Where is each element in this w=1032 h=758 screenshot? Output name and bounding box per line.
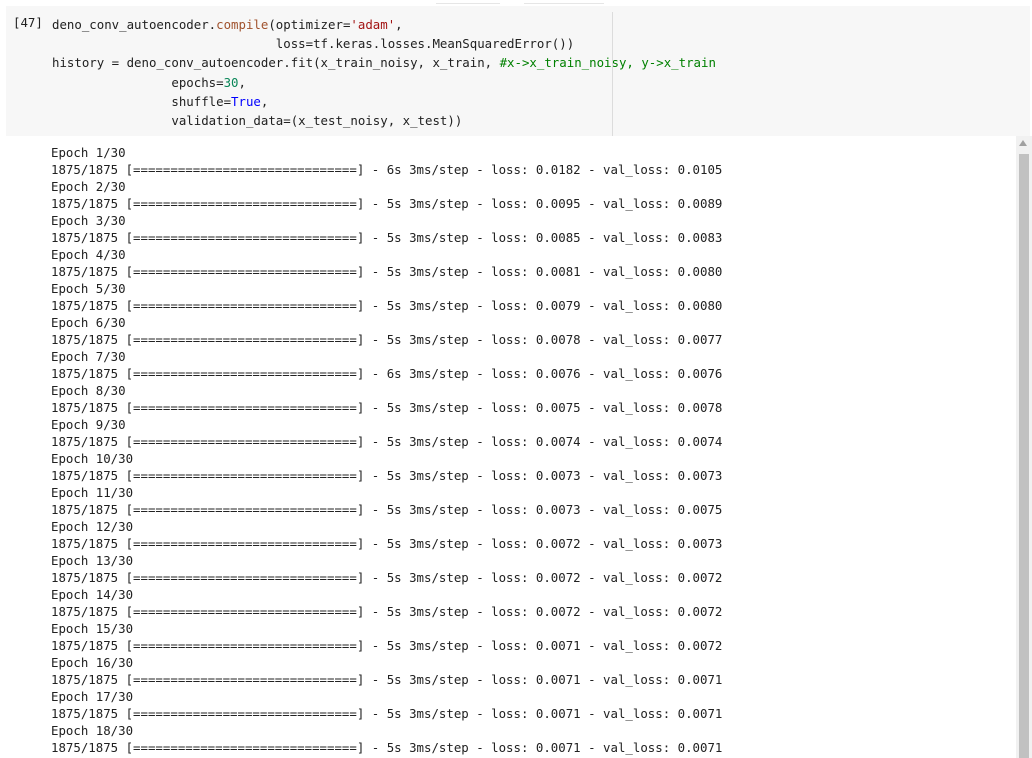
epoch-header: Epoch 2/30 (51, 179, 126, 194)
code-editor[interactable]: deno_conv_autoencoder.compile(optimizer=… (52, 15, 716, 130)
epoch-progress-line: 1875/1875 [=============================… (51, 706, 723, 721)
epoch-header: Epoch 11/30 (51, 485, 134, 500)
epoch-progress-line: 1875/1875 [=============================… (51, 604, 723, 619)
code-token: 30 (223, 74, 239, 90)
epoch-header: Epoch 13/30 (51, 553, 134, 568)
code-token: (optimizer= (268, 17, 351, 32)
epoch-header: Epoch 14/30 (51, 587, 134, 602)
code-token: , (238, 74, 246, 90)
output-scrollbar[interactable] (1016, 136, 1032, 758)
code-token: validation_data=(x_test_noisy, x_test)) (52, 112, 463, 128)
epoch-progress-line: 1875/1875 [=============================… (51, 162, 723, 177)
epoch-progress-line: 1875/1875 [=============================… (51, 570, 723, 585)
epoch-progress-line: 1875/1875 [=============================… (51, 400, 723, 415)
code-line: history = deno_conv_autoencoder.fit(x_tr… (52, 53, 716, 72)
epoch-header: Epoch 7/30 (51, 349, 126, 364)
cell-output: Epoch 1/30 1875/1875 [===================… (0, 136, 1016, 758)
code-token: loss=tf.keras.losses.MeanSquaredError()) (52, 36, 575, 52)
epoch-header: Epoch 1/30 (51, 145, 126, 160)
epoch-header: Epoch 18/30 (51, 723, 134, 738)
scroll-up-arrow-icon[interactable] (1019, 140, 1027, 146)
code-token: compile (216, 17, 269, 32)
code-token: epochs= (52, 74, 224, 90)
execution-count: [47] (13, 15, 43, 30)
code-line: epochs=30, (52, 73, 716, 92)
epoch-progress-line: 1875/1875 [=============================… (51, 298, 723, 313)
epoch-header: Epoch 5/30 (51, 281, 126, 296)
epoch-header: Epoch 12/30 (51, 519, 134, 534)
epoch-header: Epoch 4/30 (51, 247, 126, 262)
code-token: 'adam' (350, 17, 396, 32)
epoch-progress-line: 1875/1875 [=============================… (51, 536, 723, 551)
epoch-progress-line: 1875/1875 [=============================… (51, 434, 723, 449)
epoch-progress-line: 1875/1875 [=============================… (51, 196, 723, 211)
epoch-progress-line: 1875/1875 [=============================… (51, 502, 723, 517)
epoch-progress-line: 1875/1875 [=============================… (51, 740, 723, 755)
epoch-header: Epoch 16/30 (51, 655, 134, 670)
epoch-header: Epoch 8/30 (51, 383, 126, 398)
epoch-header: Epoch 10/30 (51, 451, 134, 466)
code-line: loss=tf.keras.losses.MeanSquaredError()) (52, 34, 716, 53)
code-token: #x->x_train_noisy, y->x_train (499, 55, 716, 71)
epoch-progress-line: 1875/1875 [=============================… (51, 672, 723, 687)
code-token: history = deno_conv_autoencoder.fit(x_tr… (52, 55, 500, 71)
code-line: deno_conv_autoencoder.compile(optimizer=… (52, 15, 716, 34)
epoch-header: Epoch 6/30 (51, 315, 126, 330)
code-line: validation_data=(x_test_noisy, x_test)) (52, 111, 716, 130)
code-cell[interactable]: [47] deno_conv_autoencoder.compile(optim… (6, 6, 1030, 136)
epoch-header: Epoch 3/30 (51, 213, 126, 228)
epoch-progress-line: 1875/1875 [=============================… (51, 332, 723, 347)
epoch-progress-line: 1875/1875 [=============================… (51, 366, 723, 381)
code-token: deno_conv_autoencoder. (52, 17, 217, 32)
epoch-progress-line: 1875/1875 [=============================… (51, 468, 723, 483)
code-token: True (231, 93, 261, 109)
epoch-header: Epoch 17/30 (51, 689, 134, 704)
epoch-header: Epoch 15/30 (51, 621, 134, 636)
code-line: shuffle=True, (52, 92, 716, 111)
code-token: shuffle= (52, 93, 232, 109)
code-token: , (395, 17, 403, 32)
epoch-progress-line: 1875/1875 [=============================… (51, 638, 723, 653)
epoch-progress-line: 1875/1875 [=============================… (51, 230, 723, 245)
scrollbar-thumb[interactable] (1019, 154, 1029, 758)
editor-ruler (612, 12, 613, 136)
epoch-header: Epoch 9/30 (51, 417, 126, 432)
output-text: Epoch 1/30 1875/1875 [===================… (51, 144, 722, 756)
epoch-progress-line: 1875/1875 [=============================… (51, 264, 723, 279)
code-token: , (260, 93, 269, 109)
